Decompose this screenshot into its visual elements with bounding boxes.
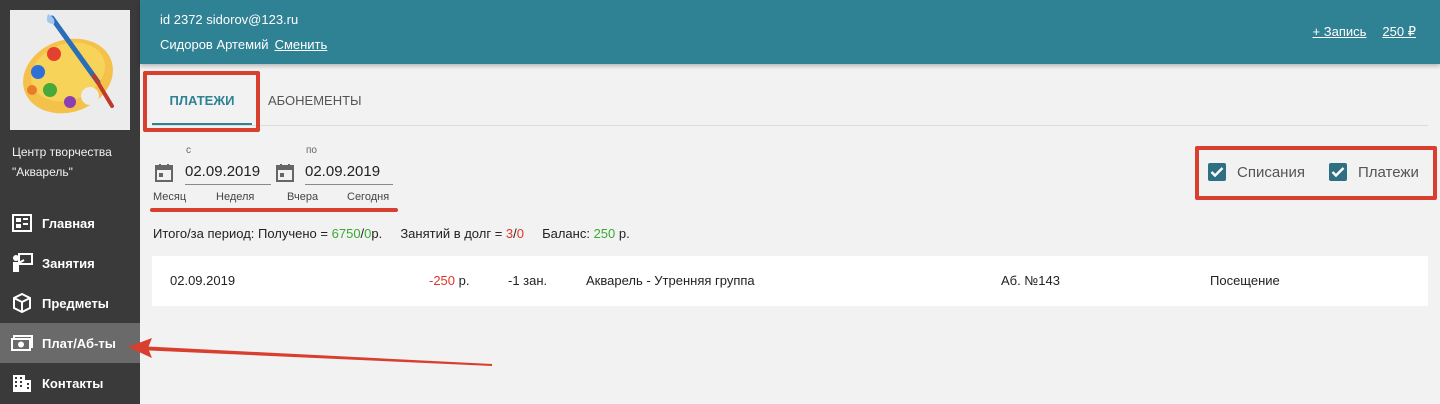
building-icon: [11, 373, 33, 393]
check-icon: [1329, 163, 1347, 181]
sidebar-item-label: Контакты: [42, 375, 104, 391]
period-summary: Итого/за период: Получено = 6750/0р. Зан…: [153, 226, 630, 241]
date-from-input[interactable]: 02.09.2019: [185, 159, 271, 185]
add-record-link[interactable]: + Запись: [1313, 24, 1367, 40]
cube-icon: [11, 293, 33, 313]
sidebar-item-contacts[interactable]: Контакты: [0, 363, 140, 403]
change-user-link[interactable]: Сменить: [275, 37, 328, 52]
row-date: 02.09.2019: [170, 273, 236, 288]
annotation-underline: [150, 208, 398, 212]
check-icon: [1208, 163, 1226, 181]
row-group: Акварель - Утренняя группа: [586, 273, 755, 288]
balance-value: 250: [593, 226, 616, 241]
sidebar-item-label: Занятия: [42, 255, 95, 271]
org-logo: [10, 10, 130, 130]
header-actions: + Запись 250 ₽: [1313, 24, 1416, 40]
sidebar-item-payments[interactable]: Плат/Аб-ты: [0, 323, 140, 363]
tab-payments[interactable]: ПЛАТЕЖИ: [152, 76, 252, 125]
date-from-label: с: [186, 145, 191, 156]
row-lessons: -1 зан.: [508, 273, 548, 288]
sidebar-item-label: Предметы: [42, 295, 109, 311]
row-amount: -250 р.: [429, 273, 470, 288]
date-to-label: по: [306, 145, 317, 156]
date-to-input[interactable]: 02.09.2019: [305, 159, 393, 185]
quick-month-button[interactable]: Месяц: [153, 191, 186, 203]
money-icon: [11, 333, 33, 353]
user-name-line: Сидоров Артемий Сменить: [160, 37, 327, 52]
active-tab-indicator: [152, 123, 252, 125]
teacher-icon: [11, 253, 33, 273]
calendar-to-icon[interactable]: [275, 163, 295, 183]
sidebar-item-main[interactable]: Главная: [0, 203, 140, 243]
sidebar-item-label: Главная: [42, 215, 95, 231]
balance-link[interactable]: 250 ₽: [1382, 24, 1416, 40]
row-type: Посещение: [1210, 273, 1280, 288]
sidebar-item-label: Плат/Аб-ты: [42, 335, 116, 351]
payments-checkbox[interactable]: Платежи: [1329, 163, 1419, 181]
dashboard-icon: [11, 213, 33, 233]
annotation-arrow: [128, 338, 492, 366]
received-amount: 6750: [331, 226, 361, 241]
tabs-bar: ПЛАТЕЖИ АБОНЕМЕНТЫ: [152, 76, 1428, 126]
calendar-from-icon[interactable]: [154, 163, 174, 183]
user-id-email: id 2372 sidorov@123.ru: [160, 12, 299, 27]
checkbox-label: Платежи: [1358, 163, 1419, 181]
sidebar-item-lessons[interactable]: Занятия: [0, 243, 140, 283]
quick-week-button[interactable]: Неделя: [216, 191, 254, 203]
quick-yesterday-button[interactable]: Вчера: [287, 191, 318, 203]
sidebar-item-subjects[interactable]: Предметы: [0, 283, 140, 323]
sidebar: Центр творчества "Акварель" Главная Заня…: [0, 0, 140, 404]
top-header: id 2372 sidorov@123.ru Сидоров Артемий См…: [140, 0, 1440, 64]
user-name: Сидоров Артемий: [160, 37, 269, 52]
row-subscription: Аб. №143: [1001, 273, 1060, 288]
quick-today-button[interactable]: Сегодня: [347, 191, 389, 203]
tab-label: ПЛАТЕЖИ: [169, 92, 235, 108]
debt-lessons-other: 0: [516, 226, 524, 241]
checkbox-label: Списания: [1237, 163, 1305, 181]
org-name: Центр творчества "Акварель": [12, 145, 112, 179]
tab-subscriptions[interactable]: АБОНЕМЕНТЫ: [268, 76, 368, 124]
writeoffs-checkbox[interactable]: Списания: [1208, 163, 1305, 181]
table-row[interactable]: 02.09.2019 -250 р. -1 зан. Акварель - Ут…: [152, 256, 1428, 306]
tab-label: АБОНЕМЕНТЫ: [268, 92, 362, 108]
